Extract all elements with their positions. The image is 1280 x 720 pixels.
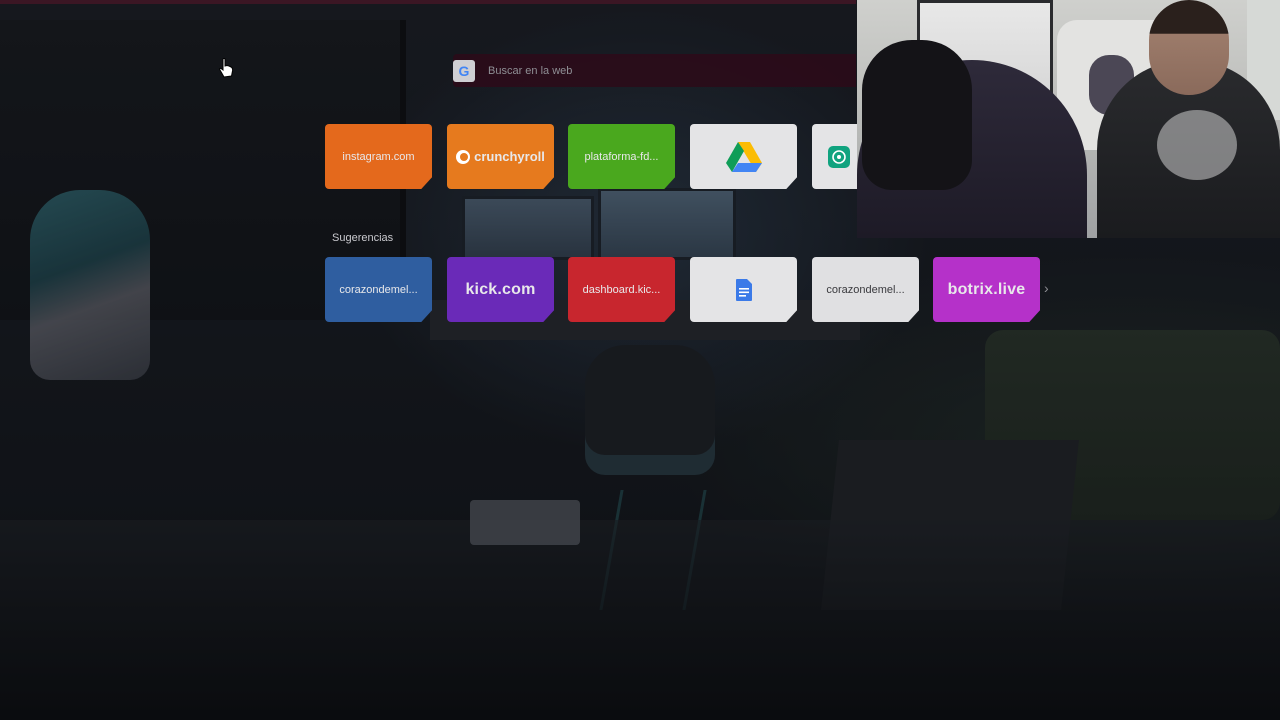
suggestions-heading: Sugerencias	[332, 232, 394, 244]
shortcut-label: instagram.com	[342, 150, 415, 163]
suggestion-kick[interactable]: kick.com	[447, 257, 554, 322]
suggestion-label: corazondemel...	[339, 283, 418, 296]
chevron-right-icon[interactable]: ›	[1044, 280, 1049, 296]
browser-top-edge	[0, 0, 856, 4]
suggestion-corazondemel-2[interactable]: corazondemel...	[812, 257, 919, 322]
webcam-person-right-head	[1149, 0, 1229, 95]
suggestion-botrix[interactable]: botrix.live	[933, 257, 1040, 322]
suggestion-label: dashboard.kic...	[582, 283, 661, 296]
suggestion-dashboard-kick[interactable]: dashboard.kic...	[568, 257, 675, 322]
shortcut-crunchyroll[interactable]: crunchyroll	[447, 124, 554, 189]
webcam-person-left-hair	[862, 40, 972, 190]
search-bar[interactable]: G	[453, 54, 856, 87]
hand-cursor-icon	[219, 58, 234, 78]
chatgpt-icon	[828, 145, 850, 168]
crunchyroll-logo-icon	[456, 149, 471, 164]
webcam-overlay	[857, 0, 1280, 238]
google-g-icon: G	[453, 59, 475, 82]
shortcut-plataforma[interactable]: plataforma-fd...	[568, 124, 675, 189]
suggestion-label: corazondemel...	[826, 283, 905, 296]
google-drive-icon	[725, 141, 762, 172]
search-input[interactable]	[486, 63, 820, 78]
suggestion-google-docs[interactable]	[690, 257, 797, 322]
google-docs-icon	[735, 278, 752, 301]
shortcut-label: plataforma-fd...	[584, 150, 659, 163]
suggestion-label: botrix.live	[947, 280, 1026, 298]
shortcut-google-drive[interactable]	[690, 124, 797, 189]
shortcut-chatgpt[interactable]	[812, 124, 857, 189]
shortcut-instagram[interactable]: instagram.com	[325, 124, 432, 189]
shortcut-label: crunchyroll	[474, 149, 545, 164]
webcam-shirt-print	[1157, 110, 1237, 180]
suggestion-corazondemel-1[interactable]: corazondemel...	[325, 257, 432, 322]
suggestion-label: kick.com	[465, 280, 536, 298]
